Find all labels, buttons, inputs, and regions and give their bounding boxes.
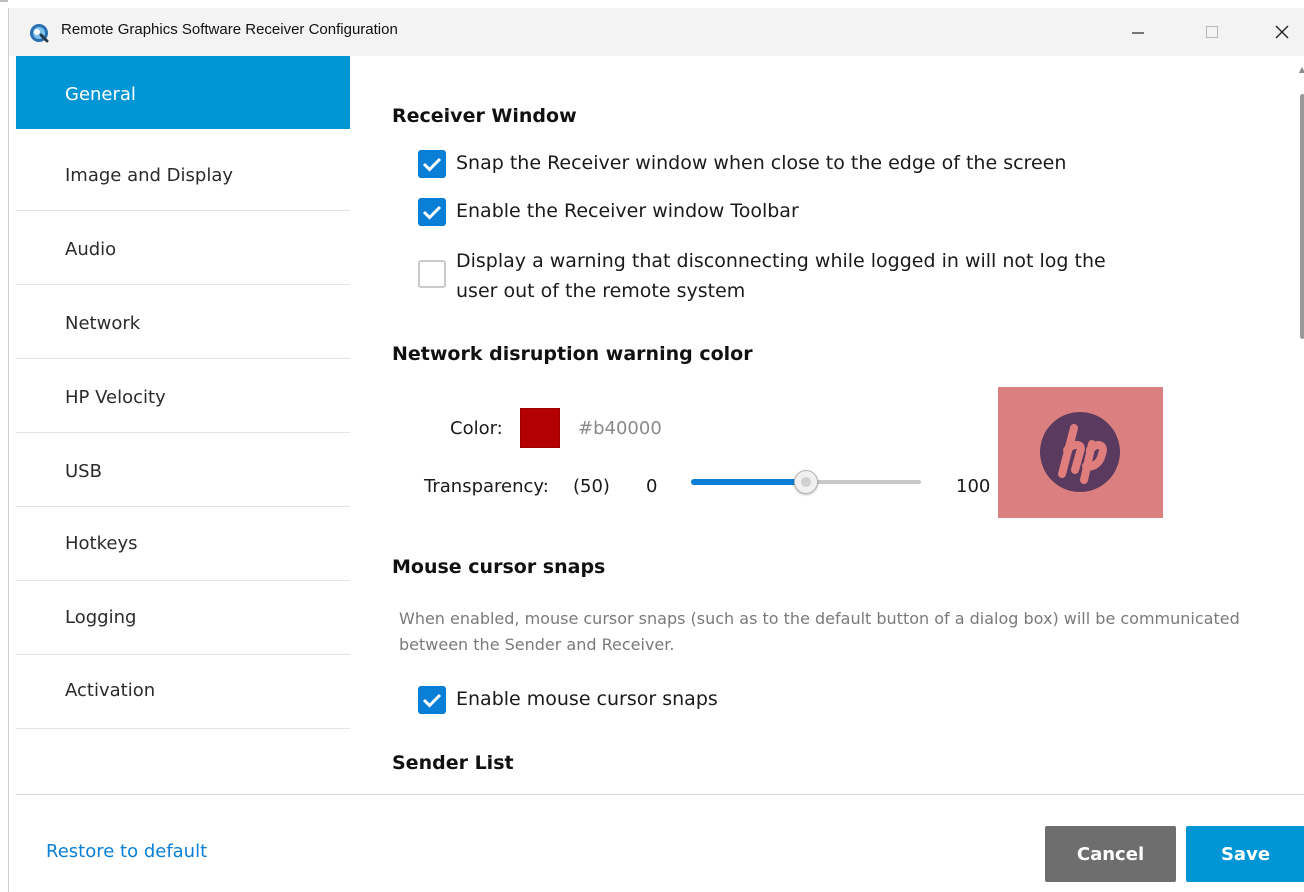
sidebar-item-usb[interactable]: USB xyxy=(16,434,350,507)
close-button[interactable] xyxy=(1259,8,1304,56)
settings-content: Receiver Window Snap the Receiver window… xyxy=(350,56,1304,794)
receiver-config-window: Remote Graphics Software Receiver Config… xyxy=(8,8,1304,892)
sidebar-item-label: USB xyxy=(65,461,102,482)
close-icon xyxy=(1275,25,1289,39)
sidebar-item-network[interactable]: Network xyxy=(16,286,350,359)
warning-color-swatch[interactable] xyxy=(520,408,560,448)
scroll-up-arrow-icon[interactable]: ▲ xyxy=(1297,64,1304,76)
snap-window-option[interactable]: Snap the Receiver window when close to t… xyxy=(418,150,1066,178)
sidebar-item-label: Hotkeys xyxy=(65,533,138,554)
dialog-footer: Restore to default Cancel Save xyxy=(16,794,1304,892)
receiver-window-heading: Receiver Window xyxy=(392,105,577,127)
window-title: Remote Graphics Software Receiver Config… xyxy=(61,21,398,38)
checkmark-icon xyxy=(422,205,442,220)
sidebar-item-label: General xyxy=(65,84,136,105)
mouse-snaps-heading: Mouse cursor snaps xyxy=(392,556,606,578)
color-hex-value: #b40000 xyxy=(578,418,662,439)
transparency-value: (50) xyxy=(573,476,610,497)
mouse-snaps-checkbox[interactable] xyxy=(418,686,446,714)
disconnect-warning-label: Display a warning that disconnecting whi… xyxy=(456,250,1106,302)
mouse-snaps-label: Enable mouse cursor snaps xyxy=(456,688,718,710)
disconnect-warning-checkbox[interactable] xyxy=(418,260,446,288)
scrollbar-thumb[interactable] xyxy=(1300,94,1304,339)
disconnect-warning-option[interactable]: Display a warning that disconnecting whi… xyxy=(418,250,1106,306)
enable-toolbar-option[interactable]: Enable the Receiver window Toolbar xyxy=(418,198,799,226)
transparency-label: Transparency: xyxy=(424,476,549,497)
sidebar-item-activation[interactable]: Activation xyxy=(16,656,350,729)
slider-thumb[interactable] xyxy=(794,470,818,494)
sidebar-item-image-and-display[interactable]: Image and Display xyxy=(16,138,350,211)
maximize-button[interactable] xyxy=(1189,8,1235,56)
window-edge-mark xyxy=(0,0,8,2)
title-bar[interactable]: Remote Graphics Software Receiver Config… xyxy=(9,8,1304,56)
sidebar-item-logging[interactable]: Logging xyxy=(16,582,350,655)
sidebar-item-label: Image and Display xyxy=(65,165,234,186)
slider-min-label: 0 xyxy=(646,476,658,497)
sidebar-item-label: Activation xyxy=(65,680,156,701)
cancel-button[interactable]: Cancel xyxy=(1045,826,1176,882)
content-scrollbar[interactable]: ▲ xyxy=(1297,64,1304,744)
sidebar-item-label: HP Velocity xyxy=(65,387,166,408)
enable-toolbar-label: Enable the Receiver window Toolbar xyxy=(456,200,799,222)
mouse-snaps-option[interactable]: Enable mouse cursor snaps xyxy=(418,686,718,714)
save-button[interactable]: Save xyxy=(1186,826,1304,882)
restore-default-link[interactable]: Restore to default xyxy=(46,841,207,862)
minimize-button[interactable] xyxy=(1115,8,1161,56)
mouse-snaps-description: When enabled, mouse cursor snaps (such a… xyxy=(399,609,1240,654)
remote-graphics-app-icon xyxy=(30,24,49,43)
warning-color-preview xyxy=(998,387,1163,518)
sidebar-item-general[interactable]: General xyxy=(16,56,350,129)
sidebar-item-audio[interactable]: Audio xyxy=(16,212,350,285)
snap-window-checkbox[interactable] xyxy=(418,150,446,178)
minimize-icon xyxy=(1132,32,1144,34)
sidebar-item-label: Logging xyxy=(65,607,137,628)
hp-logo xyxy=(1040,412,1120,492)
transparency-slider[interactable] xyxy=(691,470,921,494)
snap-window-label: Snap the Receiver window when close to t… xyxy=(456,152,1067,174)
sender-list-heading: Sender List xyxy=(392,752,514,774)
settings-sidebar: General Image and Display Audio Network … xyxy=(16,56,350,794)
maximize-icon xyxy=(1206,26,1218,38)
checkmark-icon xyxy=(422,157,442,172)
sidebar-item-hotkeys[interactable]: Hotkeys xyxy=(16,508,350,581)
enable-toolbar-checkbox[interactable] xyxy=(418,198,446,226)
sidebar-item-label: Audio xyxy=(65,239,117,260)
slider-max-label: 100 xyxy=(956,476,991,497)
slider-fill xyxy=(691,479,806,485)
network-warning-heading: Network disruption warning color xyxy=(392,343,753,365)
checkmark-icon xyxy=(422,693,442,708)
color-label: Color: xyxy=(450,418,503,439)
sidebar-item-label: Network xyxy=(65,313,141,334)
sidebar-item-hp-velocity[interactable]: HP Velocity xyxy=(16,360,350,433)
